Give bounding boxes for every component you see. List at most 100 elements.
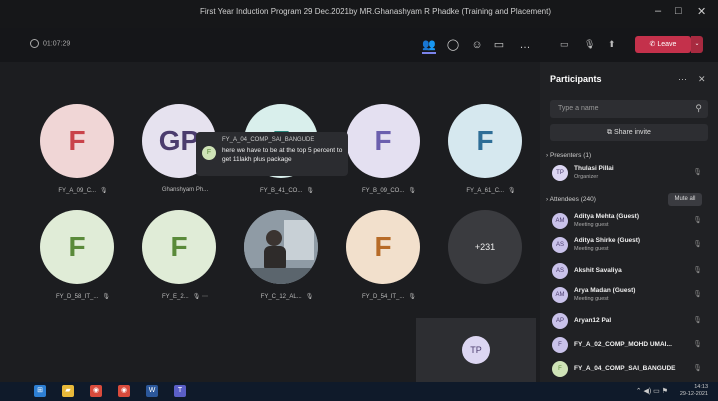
participant-row[interactable]: AS Akshit Savaliya 🎙 xyxy=(548,260,710,282)
more-options-icon[interactable]: ⋯ xyxy=(678,74,687,85)
participant-name: Arya Madan (Guest) xyxy=(574,287,636,294)
file-explorer-icon[interactable]: ▰ xyxy=(62,385,74,397)
clock-time: 14:13 xyxy=(694,384,708,390)
tile-label-wrap: FY_D_54_IT_... 🎙 xyxy=(334,293,444,300)
participant-tile[interactable]: F FY_A_09_C... 🎙 xyxy=(32,104,128,200)
participant-role: Meeting guest xyxy=(574,222,609,228)
participant-tile[interactable]: F FY_B_09_CO... 🎙 xyxy=(338,104,434,200)
mic-icon[interactable]: 🎙 xyxy=(584,39,595,50)
mic-off-icon: 🎙 xyxy=(693,169,702,176)
participant-row[interactable]: AM Aditya Mehta (Guest) Meeting guest 🎙 xyxy=(548,210,710,232)
participant-row[interactable]: AS Aditya Shirke (Guest) Meeting guest 🎙 xyxy=(548,234,710,256)
mic-off-icon: 🎙 xyxy=(306,188,314,194)
participant-tile[interactable]: F FY_E_2... 🎙 ⋯ xyxy=(134,210,230,306)
search-icon: ⚲ xyxy=(695,103,702,113)
participant-row[interactable]: F FY_A_04_COMP_SAI_BANGUDE 🎙 xyxy=(548,358,710,380)
avatar: AM xyxy=(552,213,568,229)
chrome-icon[interactable]: ◉ xyxy=(90,385,102,397)
more-participants-tile[interactable]: +231 xyxy=(440,210,536,306)
mic-off-icon: 🎙 xyxy=(100,188,108,194)
participant-name: FY_A_04_COMP_SAI_BANGUDE xyxy=(574,365,676,372)
participant-tile[interactable]: F FY_A_61_C... 🎙 xyxy=(440,104,536,200)
attendees-section-header[interactable]: › Attendees (240) xyxy=(546,196,596,203)
avatar: AS xyxy=(552,263,568,279)
word-icon[interactable]: W xyxy=(146,385,158,397)
chat-notification[interactable]: F FY_A_04_COMP_SAI_BANGUDE here we have … xyxy=(196,132,348,176)
tile-label: FY_D_54_IT_... xyxy=(362,294,405,300)
avatar: F xyxy=(552,337,568,353)
participant-tile[interactable]: FY_C_12_AL... 🎙 xyxy=(236,210,332,306)
shield-icon xyxy=(30,39,39,48)
search-placeholder: Type a name xyxy=(558,105,599,112)
participant-search-input[interactable]: Type a name ⚲ xyxy=(550,100,708,118)
close-panel-icon[interactable]: ✕ xyxy=(698,74,706,85)
mic-off-icon: 🎙 xyxy=(408,294,416,300)
share-invite-label: Share invite xyxy=(613,129,651,136)
minimize-icon[interactable]: – xyxy=(655,5,661,17)
system-clock[interactable]: 14:13 29-12-2021 xyxy=(680,384,708,398)
mic-off-icon: 🎙 xyxy=(508,188,516,194)
more-count: +231 xyxy=(448,210,522,284)
self-avatar: TP xyxy=(462,336,490,364)
participants-icon[interactable]: 👥 xyxy=(422,38,436,54)
avatar: F xyxy=(40,104,114,178)
window-title: First Year Induction Program 29 Dec.2021… xyxy=(200,7,551,16)
chevron-down-icon[interactable]: ⌄ xyxy=(691,36,703,53)
avatar: F xyxy=(448,104,522,178)
system-tray-icons[interactable]: ⌃ ◀) ▭ ⚑ xyxy=(636,387,668,395)
tile-label: FY_C_12_AL... xyxy=(260,294,302,300)
start-icon[interactable]: ⊞ xyxy=(34,385,46,397)
tile-label-wrap: FY_A_61_C... 🎙 xyxy=(436,187,546,194)
attendees-label: Attendees (240) xyxy=(549,196,596,203)
mic-off-icon: 🎙 xyxy=(693,267,702,274)
close-icon[interactable]: ✕ xyxy=(697,5,706,18)
teams-icon[interactable]: T xyxy=(174,385,186,397)
camera-icon[interactable]: ▭ xyxy=(560,39,569,50)
avatar: AM xyxy=(552,287,568,303)
chat-icon[interactable]: ◯ xyxy=(446,38,460,52)
chrome-icon[interactable]: ◉ xyxy=(118,385,130,397)
rooms-icon[interactable]: ▭ xyxy=(492,38,506,52)
mic-off-icon: 🎙 xyxy=(408,188,416,194)
tile-label-wrap: FY_C_12_AL... 🎙 xyxy=(232,293,342,300)
leave-label: Leave xyxy=(657,41,677,48)
mic-off-icon: 🎙 xyxy=(305,294,314,300)
tile-label: FY_A_61_C... xyxy=(466,188,505,194)
tile-label-wrap: Ghanshyam Ph... xyxy=(130,187,240,193)
panel-title: Participants xyxy=(550,74,602,84)
teams-window: First Year Induction Program 29 Dec.2021… xyxy=(0,0,718,401)
participant-row[interactable]: F FY_A_02_COMP_MOHD UMAI... 🎙 xyxy=(548,334,710,356)
presenters-section-header[interactable]: › Presenters (1) xyxy=(546,152,591,159)
tile-label-wrap: FY_D_58_IT_... 🎙 xyxy=(28,293,138,300)
video-grid: F FY_A_09_C...🎙 GP Ghanshyam Ph... F FY_… xyxy=(0,62,540,382)
tile-label-wrap: FY_B_09_CO... 🎙 xyxy=(334,187,444,194)
participant-name: FY_A_02_COMP_MOHD UMAI... xyxy=(574,341,672,348)
leave-button[interactable]: ✆ Leave xyxy=(635,36,691,53)
video-thumbnail xyxy=(244,210,318,284)
tile-label: FY_E_2... xyxy=(162,294,189,300)
avatar: AS xyxy=(552,237,568,253)
mic-off-icon: 🎙 xyxy=(102,294,110,300)
avatar: F xyxy=(552,361,568,377)
mute-all-button[interactable]: Mute all xyxy=(668,193,702,206)
participant-row[interactable]: AM Arya Madan (Guest) Meeting guest 🎙 xyxy=(548,284,710,306)
mic-off-icon: 🎙 xyxy=(693,291,702,298)
share-icon[interactable]: ⬆ xyxy=(608,39,616,50)
share-invite-button[interactable]: ⧉ Share invite xyxy=(550,124,708,141)
participant-tile[interactable]: F FY_D_54_IT_... 🎙 xyxy=(338,210,434,306)
participant-role: Meeting guest xyxy=(574,246,609,252)
presenters-label: Presenters (1) xyxy=(549,152,592,159)
maximize-icon[interactable]: □ xyxy=(675,5,682,17)
more-actions-icon[interactable]: … xyxy=(518,38,532,52)
tile-label: Ghanshyam Ph... xyxy=(161,187,209,193)
reactions-icon[interactable]: ☺ xyxy=(470,38,484,52)
avatar: F xyxy=(346,104,420,178)
participant-row[interactable]: AP Aryan12 Pal 🎙 xyxy=(548,310,710,332)
mic-off-icon: 🎙 ⋯ xyxy=(192,294,208,300)
mic-off-icon: 🎙 xyxy=(693,217,702,224)
participant-name: Aditya Shirke (Guest) xyxy=(574,237,641,244)
participant-row[interactable]: TP Thulasi Pillai Organizer 🎙 xyxy=(548,162,710,184)
person-photo-icon xyxy=(244,210,318,284)
clock-date: 29-12-2021 xyxy=(679,391,708,397)
participant-tile[interactable]: F FY_D_58_IT_... 🎙 xyxy=(32,210,128,306)
